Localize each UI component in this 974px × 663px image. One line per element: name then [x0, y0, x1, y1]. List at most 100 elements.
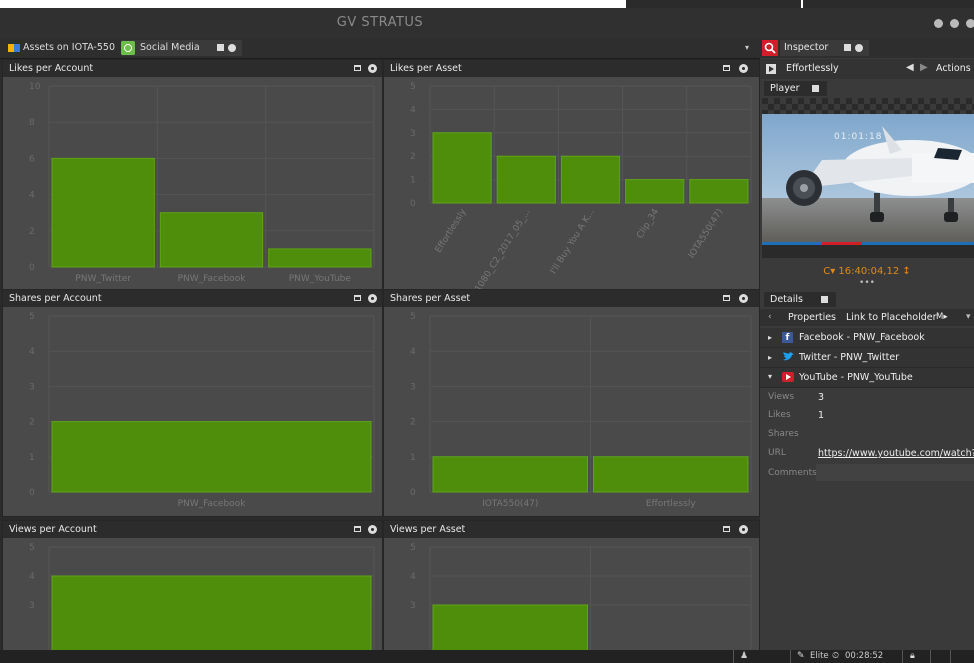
tab-assets-on-iota[interactable]: Assets on IOTA-550	[8, 40, 115, 56]
comments-field[interactable]	[816, 464, 974, 481]
y-tick-label: 5	[410, 543, 416, 553]
player-viewport[interactable]: 01:01:18	[762, 98, 974, 258]
collapse-arrow-icon[interactable]: ▾	[768, 372, 772, 381]
y-tick-label: 10	[29, 82, 41, 92]
tab-social-media[interactable]: Social Media	[121, 40, 242, 56]
minimize-icon[interactable]	[934, 19, 943, 28]
x-tick-label: 1080_C2_2017_05_...	[474, 207, 533, 291]
panel-shares-per-asset: Shares per Asset 0 1 2 3 4 5 IOTA550(47) Effort…	[383, 289, 760, 517]
account-row-twitter[interactable]: ▸ Twitter - PNW_Twitter	[760, 348, 974, 368]
tab-overflow-dropdown-icon[interactable]: ▾	[745, 40, 749, 56]
y-tick-label: 4	[410, 347, 416, 357]
previous-arrow-icon[interactable]: ◀	[906, 62, 914, 73]
shares-per-asset-chart: 0 1 2 3 4 5 IOTA550(47) Effortlessly	[410, 312, 752, 509]
maximize-tab-icon[interactable]	[216, 44, 224, 51]
maximize-panel-icon[interactable]	[354, 526, 361, 532]
panel-likes-per-account: Likes per Account 0 2 4 6 8 10 PNW_Twitter PNW_…	[2, 59, 383, 292]
y-tick-label: 5	[410, 312, 416, 322]
maximize-tab-icon[interactable]	[820, 296, 828, 303]
panel-likes-per-asset: Likes per Asset 0 1 2 3 4 5 Effortlessly 1080_C…	[383, 59, 760, 292]
close-panel-icon[interactable]	[739, 525, 748, 534]
tab-label: Details	[770, 294, 803, 305]
y-tick-label: 2	[29, 227, 35, 237]
close-window-icon[interactable]	[966, 19, 974, 28]
dropdown-icon[interactable]: ▾	[966, 312, 971, 322]
scroll-left-icon[interactable]: ‹	[768, 312, 772, 322]
maximize-tab-icon[interactable]	[811, 85, 819, 92]
maximize-panel-icon[interactable]	[723, 65, 730, 71]
x-tick-label: PNW_YouTube	[289, 274, 352, 284]
maximize-panel-icon[interactable]	[354, 295, 361, 301]
field-label-likes: Likes	[768, 410, 791, 420]
field-label-comments: Comments	[768, 468, 817, 478]
lock-icon[interactable]: 🔒︎	[910, 651, 915, 661]
account-row-youtube[interactable]: ▾ YouTube - PNW_YouTube	[760, 368, 974, 388]
y-tick-label: 3	[29, 601, 35, 611]
bar	[432, 604, 588, 652]
subtab-properties[interactable]: Properties	[788, 312, 836, 323]
search-icon[interactable]	[762, 40, 778, 56]
y-tick-label: 4	[29, 191, 35, 201]
maximize-panel-icon[interactable]	[723, 295, 730, 301]
bar	[159, 212, 264, 268]
tab-player[interactable]: Player	[764, 81, 827, 96]
user-label: Elite	[810, 651, 829, 661]
field-label-url: URL	[768, 448, 786, 458]
bar	[560, 155, 621, 204]
subtab-more[interactable]: M▸	[936, 312, 948, 322]
views-per-account-chart: 3 4 5	[29, 543, 375, 652]
bar	[51, 421, 372, 493]
restore-icon[interactable]	[950, 19, 959, 28]
y-tick-label: 0	[29, 263, 35, 273]
bar	[496, 155, 556, 204]
session-clock-icon: ⏲	[832, 651, 840, 661]
youtube-url-link[interactable]: https://www.youtube.com/watch?v=...	[818, 448, 974, 459]
youtube-icon	[782, 372, 794, 382]
close-panel-icon[interactable]	[368, 525, 377, 534]
player-timecode[interactable]: C▾ 16:40:04,12 ↕	[760, 266, 974, 277]
tab-inspector[interactable]: Inspector	[780, 40, 870, 56]
y-tick-label: 3	[29, 382, 35, 392]
panel-title: Likes per Account	[9, 63, 94, 74]
field-value-likes: 1	[818, 410, 825, 421]
close-tab-icon[interactable]	[855, 43, 864, 52]
actions-menu[interactable]: Actions	[936, 63, 971, 74]
bar	[432, 456, 588, 493]
bar	[51, 575, 372, 652]
bar	[51, 157, 155, 268]
subtab-link-to-placeholder[interactable]: Link to Placeholder	[846, 312, 937, 323]
x-tick-label: PNW_Facebook	[178, 499, 247, 509]
account-row-facebook[interactable]: ▸ f Facebook - PNW_Facebook	[760, 328, 974, 348]
maximize-tab-icon[interactable]	[844, 44, 852, 51]
close-panel-icon[interactable]	[368, 294, 377, 303]
maximize-panel-icon[interactable]	[723, 526, 730, 532]
tab-details[interactable]: Details	[764, 292, 836, 307]
expand-arrow-icon[interactable]: ▸	[768, 353, 772, 362]
x-tick-label: Effortlessly	[646, 499, 697, 509]
y-tick-label: 1	[410, 453, 416, 463]
x-tick-label: I'll Buy You A K...	[549, 207, 597, 276]
user-icon[interactable]: ♟	[740, 651, 748, 661]
y-tick-label: 1	[410, 176, 416, 186]
y-tick-label: 2	[29, 418, 35, 428]
session-clock: 00:28:52	[845, 651, 884, 661]
y-tick-label: 0	[410, 488, 416, 498]
close-panel-icon[interactable]	[739, 294, 748, 303]
y-tick-label: 8	[29, 118, 35, 128]
expand-arrow-icon[interactable]: ▸	[768, 333, 772, 342]
account-label: Facebook - PNW_Facebook	[799, 332, 925, 343]
y-tick-label: 3	[410, 382, 416, 392]
next-arrow-icon[interactable]: ▶	[920, 62, 928, 73]
close-panel-icon[interactable]	[739, 64, 748, 73]
player-frame-image	[762, 114, 974, 258]
tab-label: Social Media	[140, 42, 200, 53]
x-tick-label: Effortlessly	[434, 207, 469, 255]
close-panel-icon[interactable]	[368, 64, 377, 73]
y-tick-label: 4	[29, 572, 35, 582]
x-tick-label: IOTA550(47)	[482, 499, 538, 509]
more-options-icon[interactable]: •••	[760, 278, 974, 288]
close-tab-icon[interactable]	[227, 43, 236, 52]
pencil-icon[interactable]: ✎	[797, 651, 805, 661]
facebook-icon: f	[782, 332, 793, 343]
maximize-panel-icon[interactable]	[354, 65, 361, 71]
